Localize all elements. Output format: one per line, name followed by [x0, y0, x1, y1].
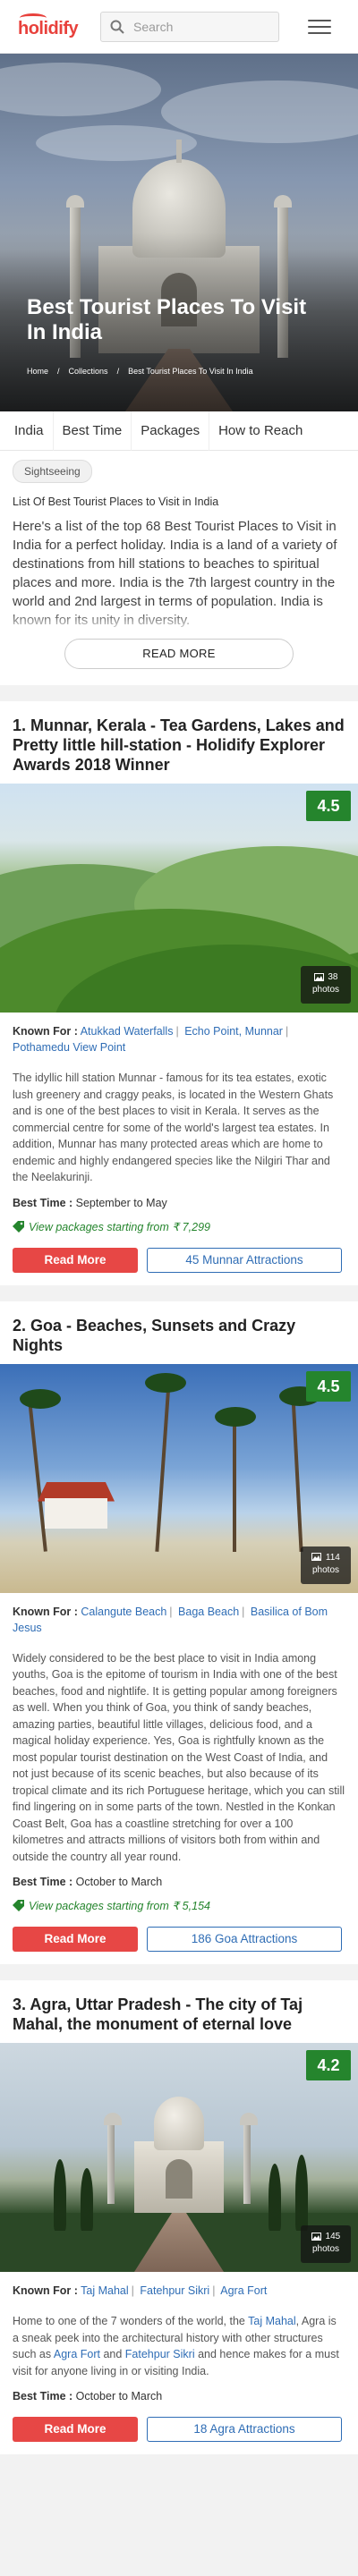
photos-label: photos — [311, 1564, 340, 1575]
known-for-link[interactable]: Fatehpur Sikri — [140, 2284, 209, 2297]
image-icon — [311, 2232, 321, 2241]
sightseeing-chip[interactable]: Sightseeing — [13, 460, 92, 483]
image-icon — [311, 1553, 322, 1562]
place-description: Home to one of the 7 wonders of the worl… — [13, 2313, 345, 2379]
description-link[interactable]: Taj Mahal — [248, 2315, 296, 2327]
top-bar: holidify — [0, 0, 358, 54]
attractions-button[interactable]: 45 Munnar Attractions — [147, 1247, 342, 1273]
known-for: Known For : Atukkad Waterfalls | Echo Poi… — [13, 1025, 289, 1054]
logo-text: holidify — [18, 18, 79, 38]
photos-count-button[interactable]: 38 photos — [301, 966, 351, 1004]
holidify-logo[interactable]: holidify — [9, 8, 81, 46]
place-title[interactable]: 3. Agra, Uttar Pradesh - The city of Taj… — [0, 1980, 358, 2043]
image-icon — [313, 972, 324, 981]
photos-count-button[interactable]: 114 photos — [301, 1546, 351, 1584]
photos-count: 38 — [328, 972, 338, 982]
tag-icon — [13, 1900, 24, 1911]
best-time-value: October to March — [75, 1876, 163, 1888]
read-more-button[interactable]: READ MORE — [64, 639, 294, 669]
best-time-label: Best Time : — [13, 2390, 73, 2402]
description-link[interactable]: Fatehpur Sikri — [125, 2348, 195, 2360]
attractions-button[interactable]: 18 Agra Attractions — [147, 2417, 342, 2442]
search-box[interactable] — [100, 11, 279, 42]
place-card-goa: 2. Goa - Beaches, Sunsets and Crazy Nigh… — [0, 1301, 358, 1964]
known-for-link[interactable]: Atukkad Waterfalls — [81, 1025, 174, 1038]
known-for-label: Known For : — [13, 1605, 78, 1618]
best-time: Best Time : October to March — [13, 1876, 345, 1888]
known-for-link[interactable]: Echo Point, Munnar — [184, 1025, 283, 1038]
best-time-label: Best Time : — [13, 1196, 73, 1209]
packages-text: View packages starting from ₹ 5,154 — [29, 1900, 210, 1912]
tab-packages[interactable]: Packages — [132, 411, 210, 451]
best-time-value: October to March — [75, 2390, 163, 2402]
packages-link[interactable]: View packages starting from ₹ 5,154 — [13, 1899, 345, 1912]
intro-subtitle: List Of Best Tourist Places to Visit in … — [13, 496, 219, 508]
attractions-button[interactable]: 186 Goa Attractions — [147, 1927, 342, 1952]
place-image[interactable]: 4.2 145 photos — [0, 2043, 358, 2272]
description-text: Home to one of the 7 wonders of the worl… — [13, 2315, 249, 2327]
page-title: Best Tourist Places To Visit In India — [27, 295, 307, 344]
known-for: Known For : Calangute Beach | Baga Beach |… — [13, 1605, 328, 1634]
breadcrumb-home[interactable]: Home — [27, 367, 48, 376]
rating-badge: 4.5 — [306, 791, 351, 821]
search-input[interactable] — [133, 19, 259, 34]
breadcrumb-separator: / — [57, 367, 60, 376]
known-for-link[interactable]: Pothamedu View Point — [13, 1041, 125, 1054]
place-description: The idyllic hill station Munnar - famous… — [13, 1072, 334, 1183]
description-link[interactable]: Agra Fort — [54, 2348, 100, 2360]
tab-india[interactable]: India — [5, 411, 54, 451]
photos-count: 145 — [325, 2232, 341, 2241]
known-for-link[interactable]: Calangute Beach — [81, 1606, 166, 1618]
tag-icon — [13, 1220, 24, 1233]
place-card-munnar: 1. Munnar, Kerala - Tea Gardens, Lakes a… — [0, 701, 358, 1285]
photos-count: 114 — [325, 1552, 340, 1563]
place-title[interactable]: 1. Munnar, Kerala - Tea Gardens, Lakes a… — [0, 701, 358, 784]
packages-link[interactable]: View packages starting from ₹ 7,299 — [13, 1220, 345, 1233]
rating-badge: 4.2 — [306, 2050, 351, 2080]
hero-banner — [0, 54, 358, 411]
read-more-button[interactable]: Read More — [13, 2417, 138, 2442]
known-for-label: Known For : — [13, 2284, 78, 2297]
intro-section: Sightseeing List Of Best Tourist Places … — [0, 451, 358, 685]
hamburger-menu-icon[interactable] — [308, 17, 331, 37]
known-for: Known For : Taj Mahal | Fatehpur Sikri | A… — [13, 2284, 268, 2297]
place-title[interactable]: 2. Goa - Beaches, Sunsets and Crazy Nigh… — [0, 1301, 358, 1364]
place-description: Widely considered to be the best place t… — [13, 1651, 345, 1863]
tab-best-time[interactable]: Best Time — [54, 411, 132, 451]
intro-text: Here's a list of the top 68 Best Tourist… — [13, 517, 345, 633]
photos-count-button[interactable]: 145 photos — [301, 2225, 351, 2263]
photos-label: photos — [311, 985, 340, 995]
best-time: Best Time : October to March — [13, 2390, 345, 2402]
breadcrumb-current: Best Tourist Places To Visit In India — [128, 367, 253, 376]
packages-text: View packages starting from ₹ 7,299 — [29, 1220, 210, 1233]
breadcrumb-separator: / — [116, 367, 120, 376]
place-card-agra: 3. Agra, Uttar Pradesh - The city of Taj… — [0, 1980, 358, 2454]
breadcrumb-collections[interactable]: Collections — [69, 367, 108, 376]
read-more-button[interactable]: Read More — [13, 1927, 138, 1952]
tab-how-to-reach[interactable]: How to Reach — [209, 411, 311, 451]
section-tabs: India Best Time Packages How to Reach — [0, 411, 358, 451]
place-image[interactable]: 4.5 38 photos — [0, 784, 358, 1013]
description-text: and — [99, 2348, 125, 2360]
best-time-label: Best Time : — [13, 1876, 73, 1888]
rating-badge: 4.5 — [306, 1370, 351, 1402]
page: holidify Best Tourist Places To Visit In… — [0, 0, 358, 2576]
breadcrumb: Home / Collections / Best Tourist Places… — [27, 367, 253, 376]
known-for-link[interactable]: Baga Beach — [178, 1606, 239, 1618]
read-more-button[interactable]: Read More — [13, 1247, 138, 1273]
photos-label: photos — [311, 2244, 340, 2254]
best-time: Best Time : September to May — [13, 1197, 345, 1209]
best-time-value: September to May — [75, 1196, 167, 1209]
search-icon — [110, 20, 124, 34]
known-for-link[interactable]: Taj Mahal — [81, 2284, 129, 2297]
place-image[interactable]: 4.5 114 photos — [0, 1363, 358, 1593]
known-for-link[interactable]: Agra Fort — [220, 2284, 267, 2297]
known-for-label: Known For : — [13, 1025, 78, 1038]
